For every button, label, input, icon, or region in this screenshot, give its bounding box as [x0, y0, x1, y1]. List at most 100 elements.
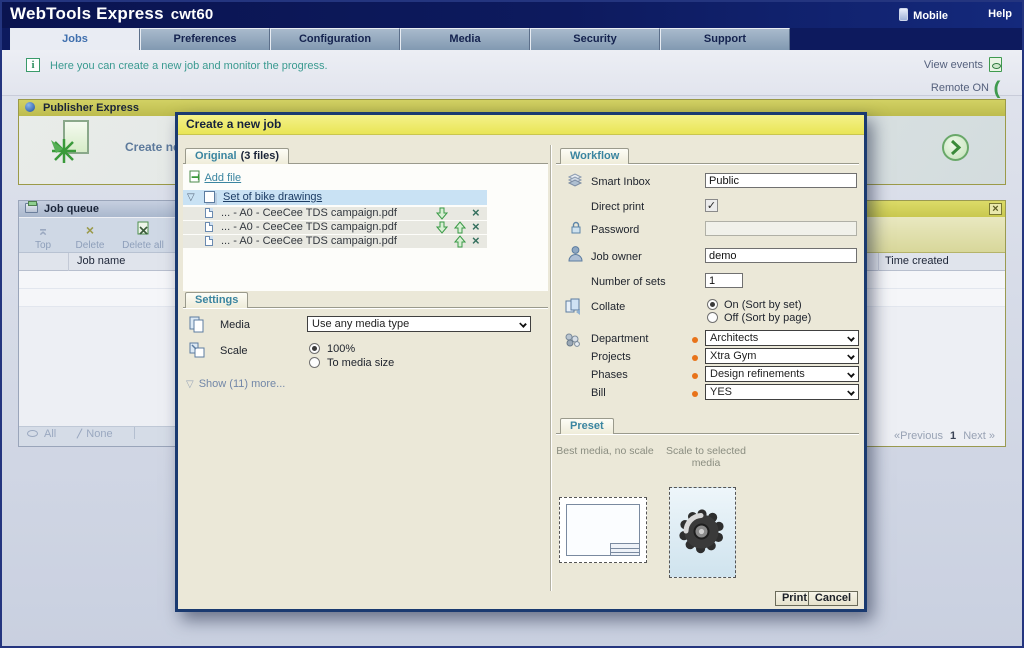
show-more-link[interactable]: ▽Show (11) more...	[186, 378, 285, 390]
move-down-icon[interactable]	[436, 207, 450, 220]
collate-off-radio[interactable]	[707, 312, 718, 323]
collate-icon	[564, 298, 582, 316]
direct-print-checkbox[interactable]: ✓	[705, 199, 718, 212]
chevron-down-icon	[847, 388, 855, 396]
password-label: Password	[591, 224, 639, 236]
department-label: Department	[591, 333, 648, 345]
cancel-button[interactable]: Cancel	[808, 591, 858, 606]
scale-100-label: 100%	[327, 343, 355, 355]
original-tab-label: Original	[195, 150, 237, 162]
mobile-label: Mobile	[913, 10, 948, 22]
delete-all-label: Delete all	[122, 240, 164, 251]
number-of-sets-input[interactable]	[705, 273, 743, 288]
view-events-link[interactable]: View events	[924, 57, 1002, 72]
move-up-icon[interactable]	[454, 221, 468, 234]
dialog-title-bar: Create a new job	[178, 115, 864, 135]
file-group-link[interactable]: Set of bike drawings	[223, 190, 322, 205]
projects-select[interactable]: Xtra Gym	[705, 348, 859, 364]
media-label: Media	[220, 319, 250, 331]
number-of-sets-label: Number of sets	[591, 276, 666, 288]
go-button[interactable]	[942, 134, 969, 161]
delete-all-button[interactable]: Delete all	[115, 221, 171, 251]
job-owner-input[interactable]	[705, 248, 857, 263]
smart-inbox-input[interactable]	[705, 173, 857, 188]
preset-best-media-thumbnail[interactable]	[559, 497, 647, 563]
move-down-icon[interactable]	[436, 221, 450, 234]
expander-icon[interactable]: ▽	[187, 190, 195, 205]
select-all-link[interactable]: All	[44, 428, 56, 440]
required-dot	[692, 391, 698, 397]
chevron-down-icon	[847, 352, 855, 360]
chevron-down-icon	[847, 334, 855, 342]
file-row: ... - A0 - CeeCee TDS campaign.pdf ×	[183, 221, 487, 234]
remote-toggle[interactable]: Remote ON(	[931, 78, 1000, 99]
delete-all-icon	[115, 221, 171, 239]
job-owner-label: Job owner	[591, 251, 642, 263]
top-button[interactable]: ⌅ Top	[25, 221, 61, 251]
previous-page-link[interactable]: «Previous	[894, 430, 943, 442]
scale-100-radio[interactable]	[309, 343, 320, 354]
delete-button[interactable]: × Delete	[69, 221, 111, 251]
lock-icon	[568, 220, 586, 238]
smart-inbox-label: Smart Inbox	[591, 176, 650, 188]
scale-to-media-radio[interactable]	[309, 357, 320, 368]
delete-x-icon: ×	[69, 221, 111, 239]
bill-select[interactable]: YES	[705, 384, 859, 400]
projects-label: Projects	[591, 351, 631, 363]
add-file-icon	[189, 170, 202, 184]
scale-label: Scale	[220, 345, 248, 357]
time-created-column-header[interactable]: Time created	[885, 255, 949, 267]
job-name-column-header[interactable]: Job name	[77, 255, 125, 267]
select-none-link[interactable]: None	[86, 428, 112, 440]
remote-crescent-icon: (	[994, 78, 1001, 99]
tab-support[interactable]: Support	[660, 28, 790, 50]
top-label: Top	[35, 240, 51, 251]
collate-on-label: On (Sort by set)	[724, 299, 802, 311]
info-icon: i	[26, 58, 40, 72]
publisher-title: Publisher Express	[43, 102, 139, 114]
info-message: Here you can create a new job and monito…	[50, 60, 328, 72]
new-job-star-icon	[49, 136, 79, 166]
department-select[interactable]: Architects	[705, 330, 859, 346]
next-page-link[interactable]: Next »	[963, 430, 995, 442]
original-file-count: (3 files)	[241, 150, 280, 162]
delete-label: Delete	[76, 240, 105, 251]
mobile-link[interactable]: Mobile	[899, 8, 948, 22]
remove-file-icon[interactable]: ×	[472, 206, 486, 219]
media-select[interactable]: Use any media type	[307, 316, 531, 332]
remove-file-icon[interactable]: ×	[472, 234, 486, 247]
add-file-label: Add file	[204, 172, 241, 184]
help-link[interactable]: Help	[988, 8, 1012, 20]
collate-on-radio[interactable]	[707, 299, 718, 310]
tab-preferences[interactable]: Preferences	[140, 28, 270, 50]
device-name: cwt60	[171, 6, 214, 23]
required-dot	[692, 373, 698, 379]
file-group-row: ▽ Set of bike drawings	[183, 190, 487, 205]
required-dot	[692, 355, 698, 361]
move-up-icon[interactable]	[454, 235, 468, 248]
dialog-column-divider	[550, 145, 551, 591]
tab-jobs[interactable]: Jobs	[10, 28, 140, 50]
tab-security[interactable]: Security	[530, 28, 660, 50]
expander-icon: ▽	[186, 379, 194, 390]
app-title-text: WebTools Express	[10, 4, 164, 23]
workflow-tab-label: Workflow	[570, 150, 619, 162]
phases-select[interactable]: Design refinements	[705, 366, 859, 382]
section-tab-workflow: Workflow	[560, 148, 629, 164]
tab-media[interactable]: Media	[400, 28, 530, 50]
remove-file-icon[interactable]: ×	[472, 220, 486, 233]
pdf-page-icon	[205, 236, 213, 246]
bill-select-value: YES	[710, 386, 732, 398]
chevron-down-icon	[519, 320, 527, 328]
close-icon[interactable]: ×	[989, 203, 1002, 215]
section-tab-preset: Preset	[560, 418, 614, 434]
job-queue-title: Job queue	[44, 203, 99, 215]
webtools-express-page: WebTools Express cwt60 Mobile Help Jobs P…	[0, 0, 1024, 648]
tab-configuration[interactable]: Configuration	[270, 28, 400, 50]
select-none-icon	[77, 428, 83, 438]
smart-inbox-icon	[566, 171, 584, 189]
file-row: ... - A0 - CeeCee TDS campaign.pdf ×	[183, 235, 487, 248]
select-all-icon	[27, 430, 38, 437]
preset-scale-thumbnail[interactable]	[669, 487, 736, 578]
add-file-link[interactable]: Add file	[189, 170, 241, 184]
